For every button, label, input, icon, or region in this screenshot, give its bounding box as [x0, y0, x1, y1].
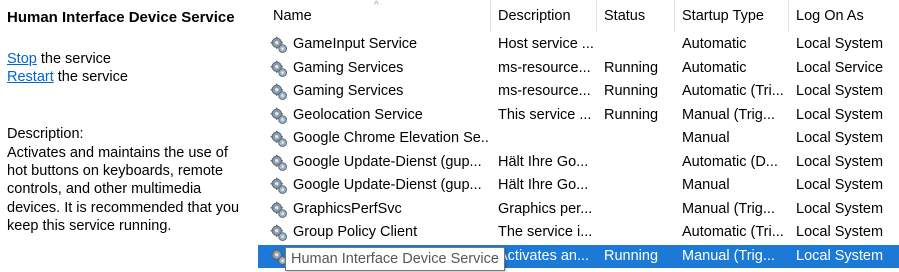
restart-service-link[interactable]: Restart: [7, 69, 54, 85]
service-description-cell: Hält Ihre Go...: [498, 153, 589, 170]
service-logon-cell: Local System: [796, 153, 884, 170]
service-row[interactable]: Gaming Services ms-resource... Running Auto…: [258, 80, 899, 104]
service-name-cell: Google Update-Dienst (gup...: [293, 177, 482, 193]
column-header-startup-type[interactable]: Startup Type: [682, 8, 764, 24]
service-row[interactable]: Google Chrome Elevation Se... Manual Local…: [258, 127, 899, 151]
service-name-cell: Google Chrome Elevation Se...: [293, 130, 488, 146]
service-description-cell: ms-resource...: [498, 83, 591, 99]
service-startup-type-cell: Manual (Trig...: [682, 200, 775, 217]
restart-action-text: the service: [53, 69, 128, 85]
service-gear-icon: [270, 107, 288, 125]
service-startup-type-cell: Automatic: [682, 59, 747, 76]
services-list: ^ Name Description Status Startup Type L…: [258, 0, 899, 272]
stop-service-link[interactable]: Stop: [7, 51, 37, 67]
column-divider[interactable]: [490, 0, 491, 32]
service-description-cell: The service i...: [498, 224, 593, 240]
service-status-cell: Running: [604, 59, 659, 76]
service-logon-cell: Local System: [796, 177, 884, 193]
service-name-cell: Gaming Services: [293, 59, 404, 76]
service-description-cell: Host service ...: [498, 36, 594, 52]
service-logon-cell: Local System: [796, 247, 884, 264]
name-tooltip: Human Interface Device Service: [285, 247, 505, 271]
restart-action: Restart the service: [7, 69, 128, 85]
service-name-cell: GraphicsPerfSvc: [293, 200, 402, 217]
service-gear-icon: [270, 224, 288, 242]
service-description-cell: Activates an...: [498, 247, 590, 264]
service-row[interactable]: Gaming Services ms-resource... Running Auto…: [258, 57, 899, 81]
service-row[interactable]: Group Policy Client The service i... Autom…: [258, 221, 899, 245]
service-status-cell: Running: [604, 247, 659, 264]
service-row[interactable]: Geolocation Service This service ... Runni…: [258, 104, 899, 128]
service-gear-icon: [270, 201, 288, 219]
column-divider[interactable]: [788, 0, 789, 32]
service-logon-cell: Local System: [796, 106, 884, 123]
service-logon-cell: Local System: [796, 36, 884, 52]
service-status-cell: Running: [604, 106, 659, 123]
service-description-cell: Graphics per...: [498, 200, 593, 217]
service-name-cell: Gaming Services: [293, 83, 404, 99]
column-divider[interactable]: [674, 0, 675, 32]
service-row[interactable]: GraphicsPerfSvc Graphics per... Manual (Tr…: [258, 198, 899, 222]
service-startup-type-cell: Manual: [682, 177, 730, 193]
service-row[interactable]: Google Update-Dienst (gup... Hält Ihre Go…: [258, 174, 899, 198]
column-header-name[interactable]: Name: [273, 8, 312, 24]
column-header-status[interactable]: Status: [604, 8, 645, 24]
service-name-cell: Google Update-Dienst (gup...: [293, 153, 482, 170]
column-header-row: ^ Name Description Status Startup Type L…: [258, 0, 899, 34]
service-gear-icon: [270, 130, 288, 148]
service-startup-type-cell: Automatic (Tri...: [682, 224, 784, 240]
service-detail-pane: Human Interface Device Service Stop the …: [0, 0, 258, 272]
service-startup-type-cell: Automatic (Tri...: [682, 83, 784, 99]
service-name-cell: GameInput Service: [293, 36, 418, 52]
service-startup-type-cell: Manual (Trig...: [682, 106, 775, 123]
sort-ascending-icon: ^: [374, 0, 379, 11]
service-startup-type-cell: Manual: [682, 130, 730, 146]
service-row[interactable]: Google Update-Dienst (gup... Hält Ihre Go…: [258, 151, 899, 175]
service-gear-icon: [270, 60, 288, 78]
service-gear-icon: [270, 83, 288, 101]
service-gear-icon: [270, 177, 288, 195]
service-logon-cell: Local System: [796, 83, 884, 99]
service-name-cell: Geolocation Service: [293, 106, 423, 123]
service-logon-cell: Local System: [796, 130, 884, 146]
service-startup-type-cell: Manual (Trig...: [682, 247, 775, 264]
selected-service-title: Human Interface Device Service: [7, 9, 235, 26]
service-startup-type-cell: Automatic (D...: [682, 153, 778, 170]
column-divider[interactable]: [596, 0, 597, 32]
column-header-description[interactable]: Description: [498, 8, 571, 24]
service-status-cell: Running: [604, 83, 659, 99]
service-gear-icon: [270, 36, 288, 54]
stop-action-text: the service: [36, 51, 111, 67]
service-description: Activates and maintains the use of hot b…: [7, 145, 240, 234]
service-logon-cell: Local System: [796, 200, 884, 217]
service-description-cell: Hält Ihre Go...: [498, 177, 589, 193]
service-logon-cell: Local Service: [796, 59, 884, 76]
service-gear-icon: [270, 154, 288, 172]
service-row[interactable]: GameInput Service Host service ... Automat…: [258, 33, 899, 57]
service-description-cell: ms-resource...: [498, 59, 591, 76]
column-header-log-on-as[interactable]: Log On As: [796, 8, 864, 24]
service-description-cell: This service ...: [498, 106, 592, 123]
service-startup-type-cell: Automatic: [682, 36, 747, 52]
service-logon-cell: Local System: [796, 224, 884, 240]
stop-action: Stop the service: [7, 51, 111, 67]
description-heading: Description:: [7, 126, 84, 142]
service-name-cell: Group Policy Client: [293, 224, 418, 240]
